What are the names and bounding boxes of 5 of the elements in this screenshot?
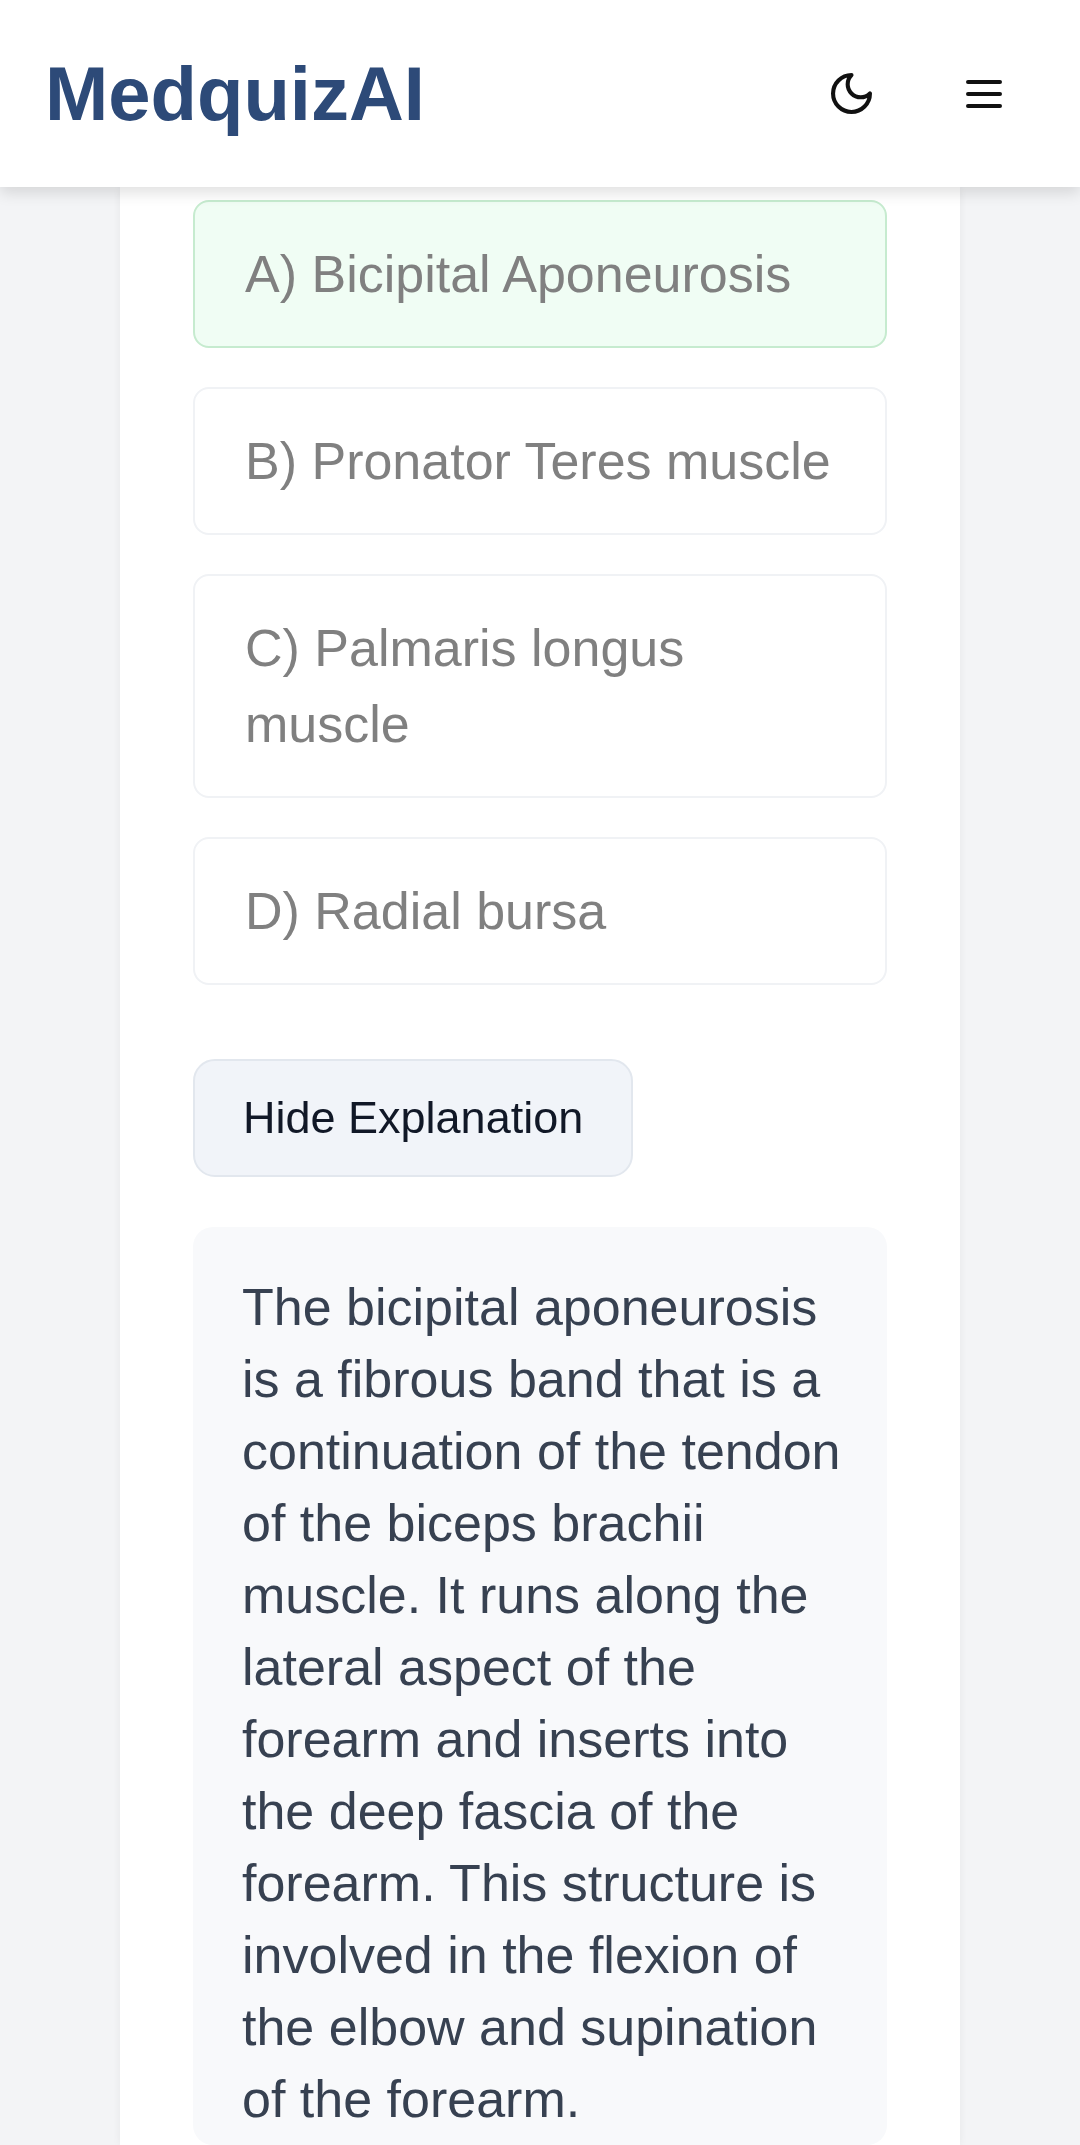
hide-explanation-button[interactable]: Hide Explanation	[193, 1059, 634, 1177]
logo-text[interactable]: MedquizAI	[45, 48, 425, 139]
menu-icon[interactable]	[966, 79, 1002, 108]
moon-icon[interactable]	[831, 73, 872, 114]
explanation-text: The bicipital aponeurosis is a fibrous band that is a continuation of the tendon of the biceps brachii muscle. It runs along the lateral aspect of the forearm and inserts into the deep fascia of the forearm. This structure is involved in the flexion of the elbow and supination of the forearm.	[242, 1277, 842, 2130]
